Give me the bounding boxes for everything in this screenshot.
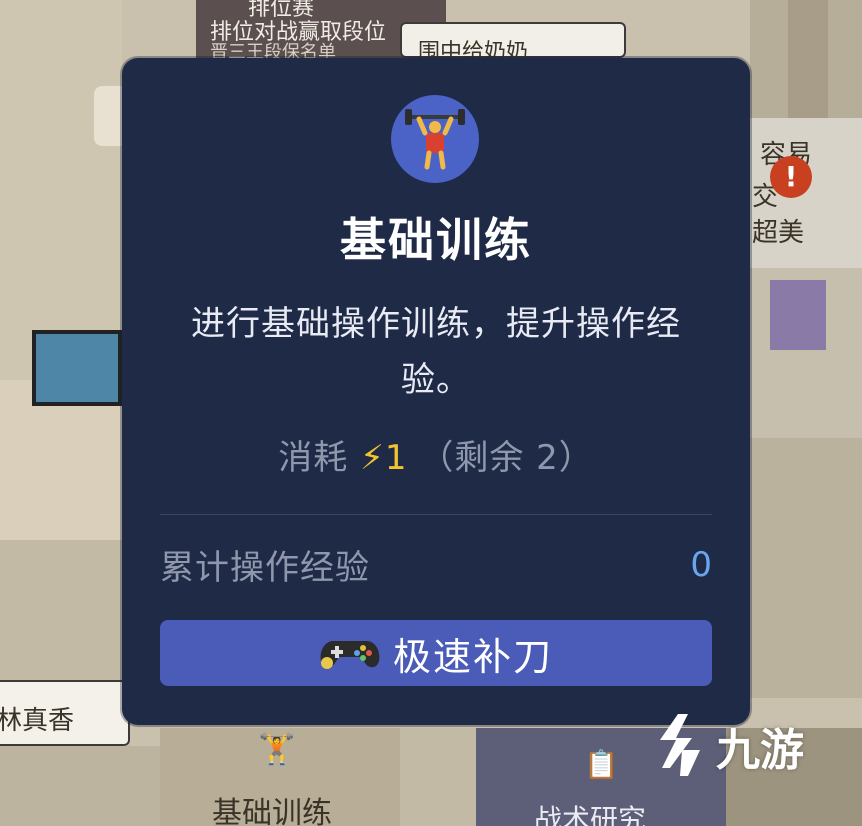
bg-character [94,86,122,146]
divider [160,514,712,515]
stat-row: 累计操作经验 0 [160,540,712,589]
modal-description: 进行基础操作训练，提升操作经验。 [191,304,681,400]
bg-clipboard-icon: 📋 [584,748,619,781]
bg-right-card: 容易 交 超美 [750,118,862,268]
stat-value: 0 [690,544,712,585]
bg-bottom-card-1-text: 基础训练 [212,796,332,826]
bg-left-card-text: 林真香 [0,706,75,736]
bg-weightlifter-icon: 🏋 [258,732,296,767]
quick-last-hit-label: 极速补刀 [392,634,553,679]
bg-bottom-card-1: 🏋 基础训练 [160,728,400,826]
bg-purple-box [770,280,826,350]
gamepad-icon [319,635,381,671]
remaining-count: （剩余 2） [419,438,594,478]
modal-title: 基础训练 [340,213,532,267]
nine-game-logo-icon [660,714,700,776]
bg-grandma-card: 围中给奶奶 [400,22,626,65]
bg-right-card-3: 超美 [752,218,805,248]
quick-last-hit-button[interactable]: 极速补刀 [160,620,712,686]
stat-label: 累计操作经验 [160,548,370,588]
training-modal: 基础训练 进行基础操作训练，提升操作经验。 消耗 ⚡1 （剩余 2） 累计操作经… [122,58,750,725]
bg-monitor [32,330,122,406]
bg-bottom-card-2-text: 战术研究 [534,803,647,826]
bg-left-card: 林真香 [0,680,130,746]
alert-badge: ! [770,156,812,198]
cost-value: 1 [384,438,408,478]
watermark: 九游 [648,710,804,782]
watermark-text: 九游 [716,725,804,776]
lightning-icon: ⚡ [360,438,385,478]
cost-label: 消耗 [278,438,349,478]
alert-badge-text: ! [784,160,798,193]
cost-row: 消耗 ⚡1 （剩余 2） [122,430,750,479]
weightlifter-icon-svg [405,109,465,170]
weightlifter-icon [391,95,479,183]
